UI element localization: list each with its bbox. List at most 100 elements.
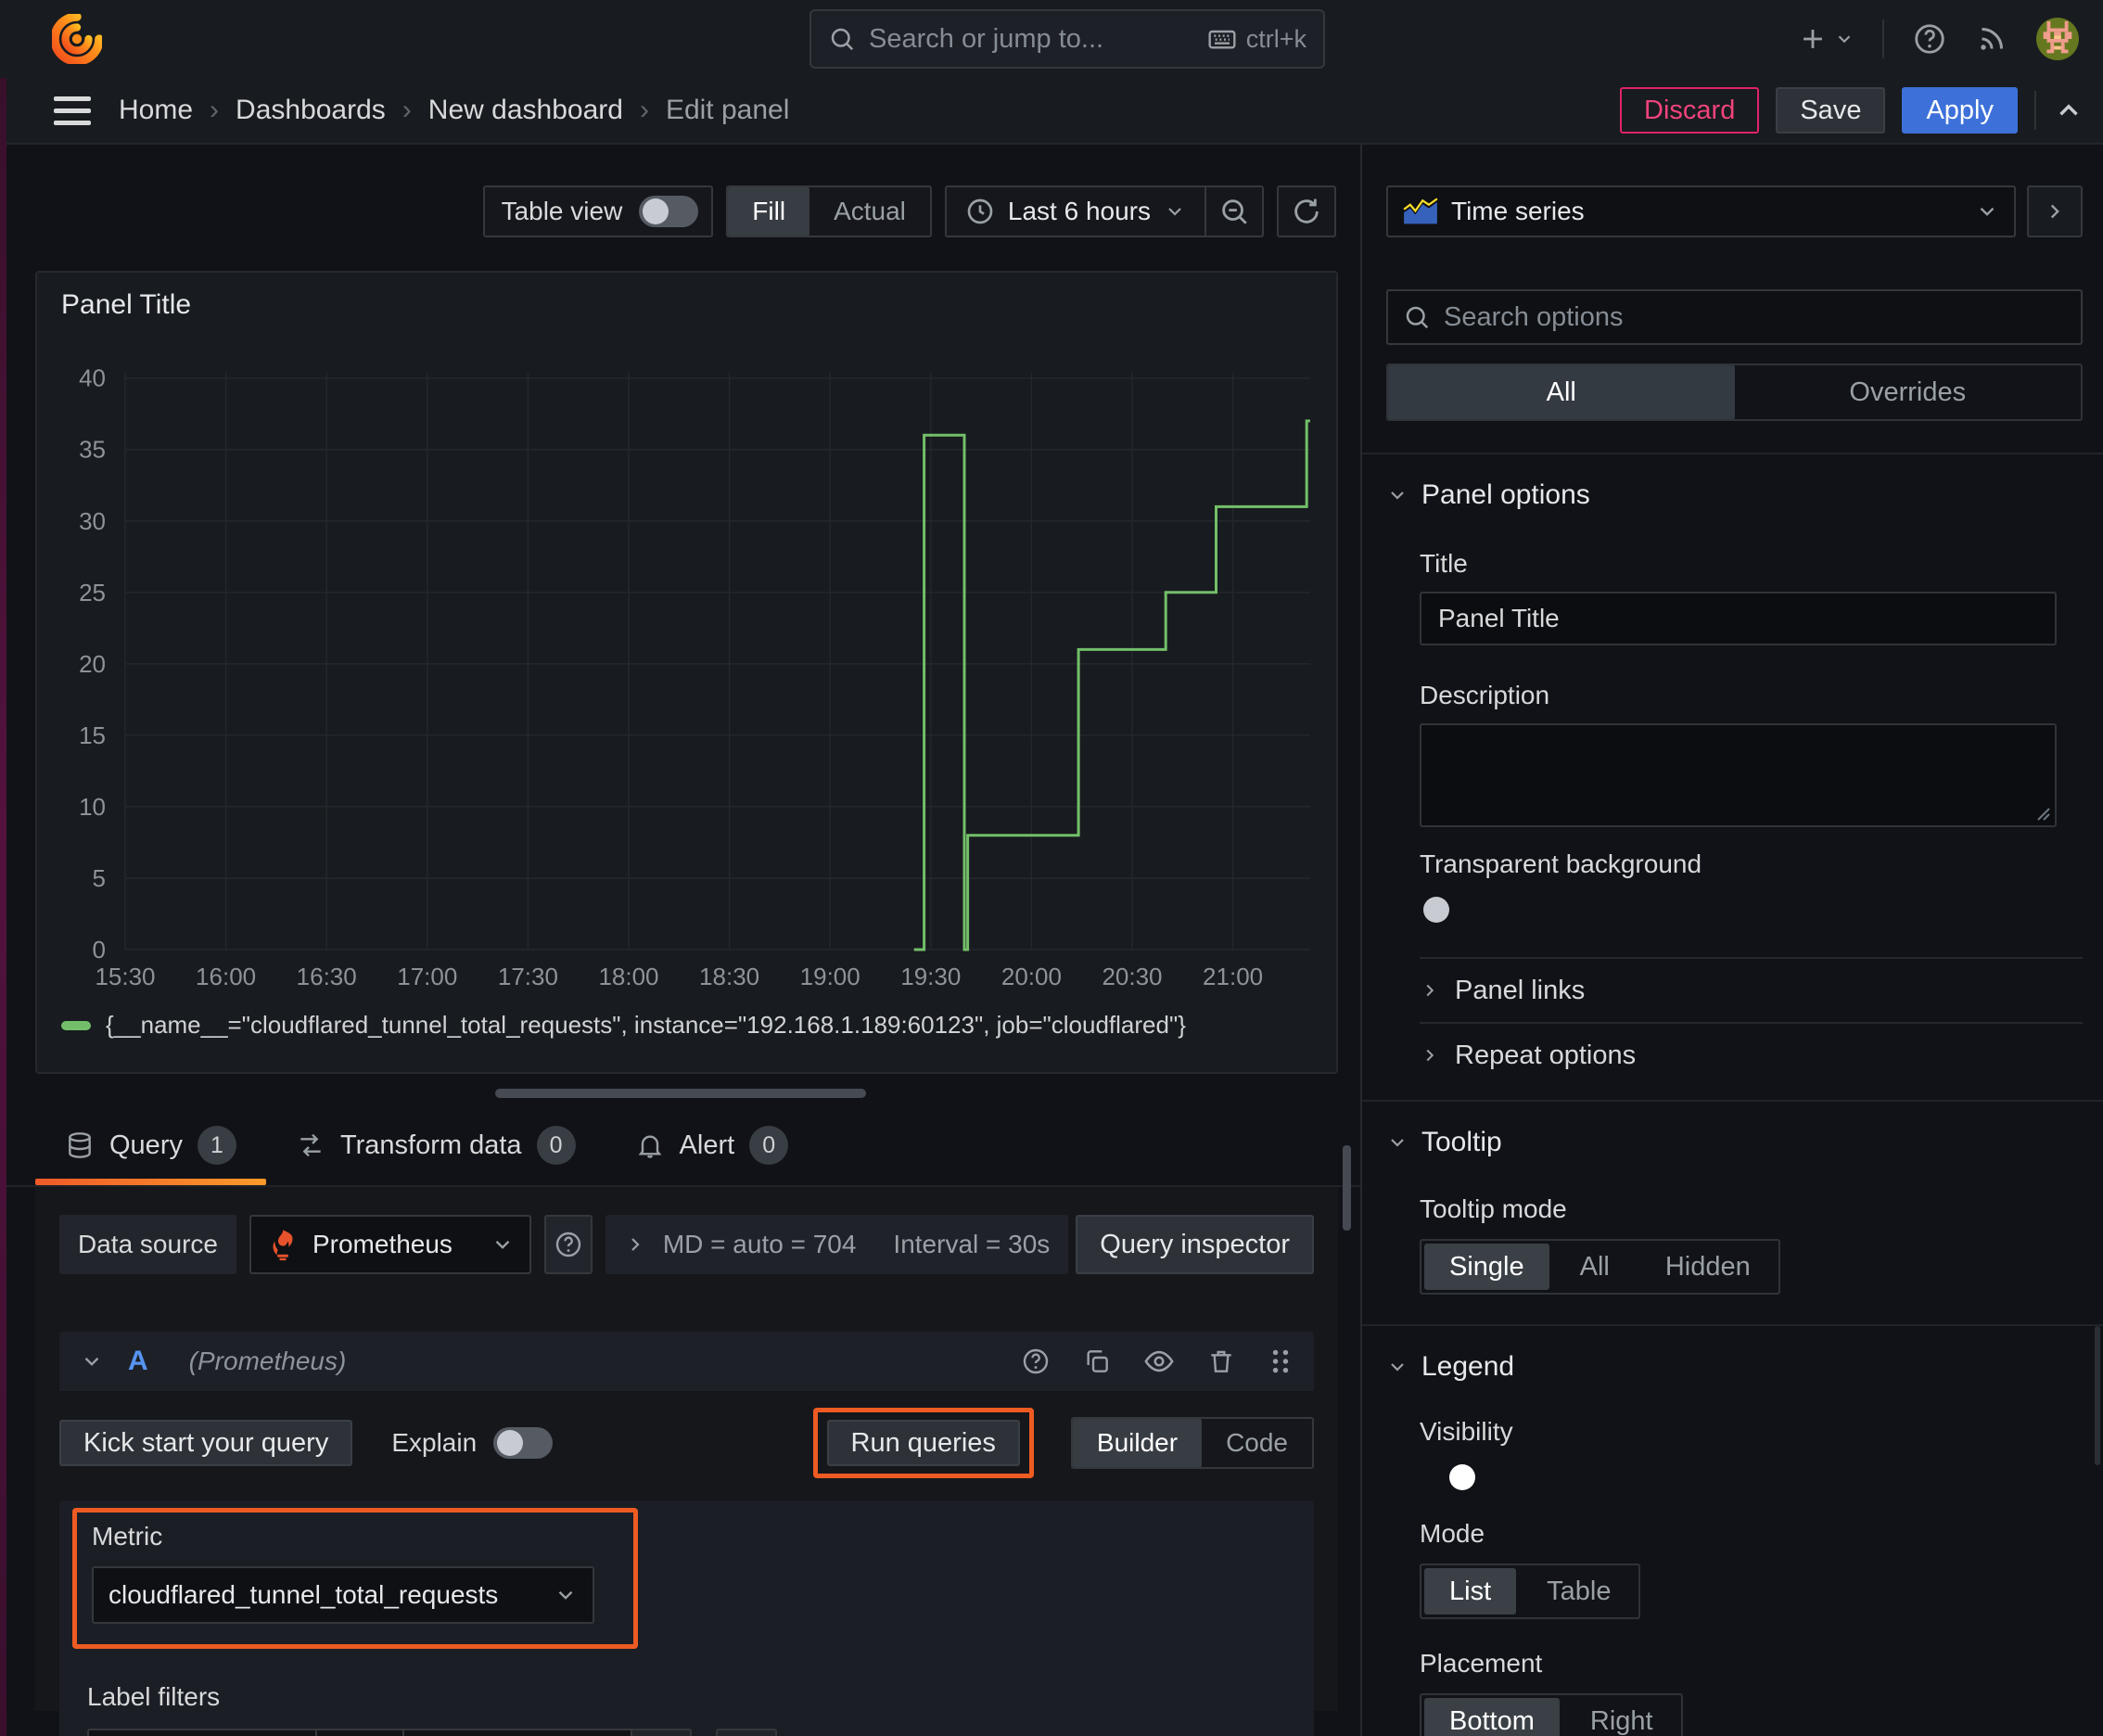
duplicate-query-icon[interactable] bbox=[1082, 1347, 1112, 1376]
breadcrumb-new-dashboard[interactable]: New dashboard bbox=[428, 95, 623, 126]
new-menu-button[interactable] bbox=[1797, 23, 1854, 55]
tooltip-all-option[interactable]: All bbox=[1552, 1241, 1638, 1293]
tab-all[interactable]: All bbox=[1388, 365, 1735, 419]
kick-start-button[interactable]: Kick start your query bbox=[59, 1420, 353, 1466]
collapse-options-button[interactable] bbox=[2027, 185, 2083, 237]
query-help-icon[interactable] bbox=[1021, 1347, 1051, 1376]
legend-table-option[interactable]: Table bbox=[1519, 1565, 1638, 1617]
code-option[interactable]: Code bbox=[1202, 1419, 1312, 1467]
time-range-picker[interactable]: Last 6 hours bbox=[947, 197, 1204, 226]
repeat-options-row[interactable]: Repeat options bbox=[1420, 1024, 2083, 1087]
search-bar[interactable]: ctrl+k bbox=[809, 9, 1325, 69]
operator-dropdown[interactable]: = bbox=[315, 1729, 404, 1736]
chevron-down-icon[interactable] bbox=[80, 1349, 104, 1373]
table-view-toggle[interactable] bbox=[639, 196, 699, 227]
breadcrumb-dashboards[interactable]: Dashboards bbox=[236, 95, 386, 126]
add-filter-button[interactable]: + bbox=[716, 1729, 777, 1736]
x-axis-tick: 18:30 bbox=[699, 963, 759, 990]
legend-list-option[interactable]: List bbox=[1424, 1568, 1517, 1615]
actual-option[interactable]: Actual bbox=[809, 187, 930, 236]
query-inspector-button[interactable]: Query inspector bbox=[1076, 1215, 1314, 1274]
apply-button[interactable]: Apply bbox=[1902, 87, 2018, 134]
datasource-help-button[interactable] bbox=[544, 1215, 593, 1274]
search-input[interactable] bbox=[869, 23, 1194, 55]
help-button[interactable] bbox=[1912, 21, 1947, 57]
panel-links-row[interactable]: Panel links bbox=[1420, 959, 2083, 1022]
delete-query-icon[interactable] bbox=[1206, 1347, 1236, 1376]
y-axis-tick: 25 bbox=[79, 579, 106, 606]
grafana-logo-icon[interactable] bbox=[50, 12, 104, 66]
fill-actual-group: Fill Actual bbox=[726, 185, 932, 237]
panel-resize-handle[interactable] bbox=[494, 1089, 866, 1098]
breadcrumb-separator: › bbox=[639, 95, 649, 125]
tab-alert[interactable]: Alert 0 bbox=[605, 1126, 819, 1185]
builder-option[interactable]: Builder bbox=[1072, 1419, 1203, 1467]
options-search-input[interactable] bbox=[1444, 301, 2066, 333]
x-axis-tick: 15:30 bbox=[95, 963, 155, 990]
nav-bar: Home › Dashboards › New dashboard › Edit… bbox=[0, 78, 2103, 145]
chevron-down-icon bbox=[554, 1583, 578, 1607]
refresh-button[interactable] bbox=[1279, 187, 1334, 236]
chevron-right-icon bbox=[624, 1233, 646, 1256]
news-button[interactable] bbox=[1975, 22, 2008, 56]
tooltip-single-option[interactable]: Single bbox=[1424, 1244, 1549, 1290]
avatar[interactable] bbox=[2036, 18, 2079, 60]
legend-series-label[interactable]: {__name__="cloudflared_tunnel_total_requ… bbox=[106, 1011, 1186, 1040]
hide-query-icon[interactable] bbox=[1143, 1346, 1175, 1377]
data-source-row: Data source Prometheus MD = auto = 704 I… bbox=[59, 1215, 1314, 1274]
run-queries-highlight: Run queries bbox=[812, 1408, 1034, 1478]
query-options-toggle[interactable]: MD = auto = 704 Interval = 30s bbox=[605, 1215, 1069, 1274]
collapse-chevron-up-icon[interactable] bbox=[2053, 95, 2084, 126]
chevron-down-icon bbox=[491, 1232, 515, 1257]
panel-options-header[interactable]: Panel options bbox=[1386, 469, 2083, 521]
help-circle-icon bbox=[554, 1230, 583, 1259]
metric-select[interactable]: cloudflared_tunnel_total_requests bbox=[92, 1566, 594, 1624]
time-range-label: Last 6 hours bbox=[1007, 197, 1151, 225]
x-axis-tick: 17:00 bbox=[397, 963, 457, 990]
time-range-group: Last 6 hours bbox=[944, 185, 1264, 237]
save-button[interactable]: Save bbox=[1776, 87, 1886, 134]
legend-header[interactable]: Legend bbox=[1386, 1341, 2083, 1393]
drag-handle-icon[interactable] bbox=[1268, 1347, 1294, 1375]
run-queries-button[interactable]: Run queries bbox=[826, 1420, 1020, 1466]
fill-option[interactable]: Fill bbox=[728, 187, 810, 236]
zoom-out-button[interactable] bbox=[1206, 187, 1262, 236]
section-divider bbox=[1362, 1100, 2103, 1102]
breadcrumb: Home › Dashboards › New dashboard › Edit… bbox=[119, 95, 789, 126]
keyboard-icon bbox=[1207, 24, 1237, 54]
explain-toggle[interactable] bbox=[493, 1427, 554, 1459]
query-builder-card: Metric cloudflared_tunnel_total_requests… bbox=[59, 1500, 1314, 1736]
select-label-dropdown[interactable]: Select label bbox=[87, 1729, 317, 1736]
chevron-right-icon bbox=[1420, 980, 1440, 1001]
remove-filter-button[interactable]: × bbox=[631, 1729, 692, 1736]
select-value-dropdown[interactable]: Select value bbox=[402, 1729, 632, 1736]
bell-icon bbox=[635, 1130, 665, 1160]
query-section-scrollbar[interactable] bbox=[1343, 1145, 1351, 1231]
panel-title-input[interactable] bbox=[1420, 592, 2057, 645]
table-view-label: Table view bbox=[501, 197, 623, 225]
placement-bottom-option[interactable]: Bottom bbox=[1424, 1698, 1560, 1736]
menu-toggle-button[interactable] bbox=[54, 96, 91, 125]
visualization-name: Time series bbox=[1451, 197, 1585, 225]
tab-transform-data[interactable]: Transform data 0 bbox=[266, 1126, 605, 1185]
placement-right-option[interactable]: Right bbox=[1562, 1695, 1681, 1736]
discard-button[interactable]: Discard bbox=[1620, 87, 1760, 134]
tooltip-hidden-option[interactable]: Hidden bbox=[1638, 1241, 1778, 1293]
series-line[interactable] bbox=[913, 419, 1310, 951]
breadcrumb-home[interactable]: Home bbox=[119, 95, 193, 126]
visualization-picker[interactable]: Time series bbox=[1386, 185, 2016, 237]
time-series-chart[interactable]: 0 5 10 15 20 25 30 35 40 15:30 16:00 16:30 17:00 17:3… bbox=[37, 328, 1340, 1005]
description-textarea[interactable] bbox=[1420, 723, 2057, 827]
tooltip-mode-label: Tooltip mode bbox=[1420, 1194, 1567, 1223]
data-source-picker[interactable]: Prometheus bbox=[249, 1215, 532, 1274]
legend-series-marker[interactable] bbox=[61, 1020, 91, 1030]
tooltip-header[interactable]: Tooltip bbox=[1386, 1117, 2083, 1168]
tab-query[interactable]: Query 1 bbox=[35, 1126, 266, 1185]
query-row-header[interactable]: A (Prometheus) bbox=[59, 1332, 1314, 1391]
options-search[interactable] bbox=[1386, 289, 2083, 345]
options-pane-scrollbar[interactable] bbox=[2095, 1326, 2100, 1465]
tab-overrides[interactable]: Overrides bbox=[1735, 365, 2082, 419]
legend-mode-group: List Table bbox=[1420, 1564, 1641, 1619]
y-axis-tick: 5 bbox=[93, 864, 106, 892]
builder-code-group: Builder Code bbox=[1070, 1417, 1314, 1469]
